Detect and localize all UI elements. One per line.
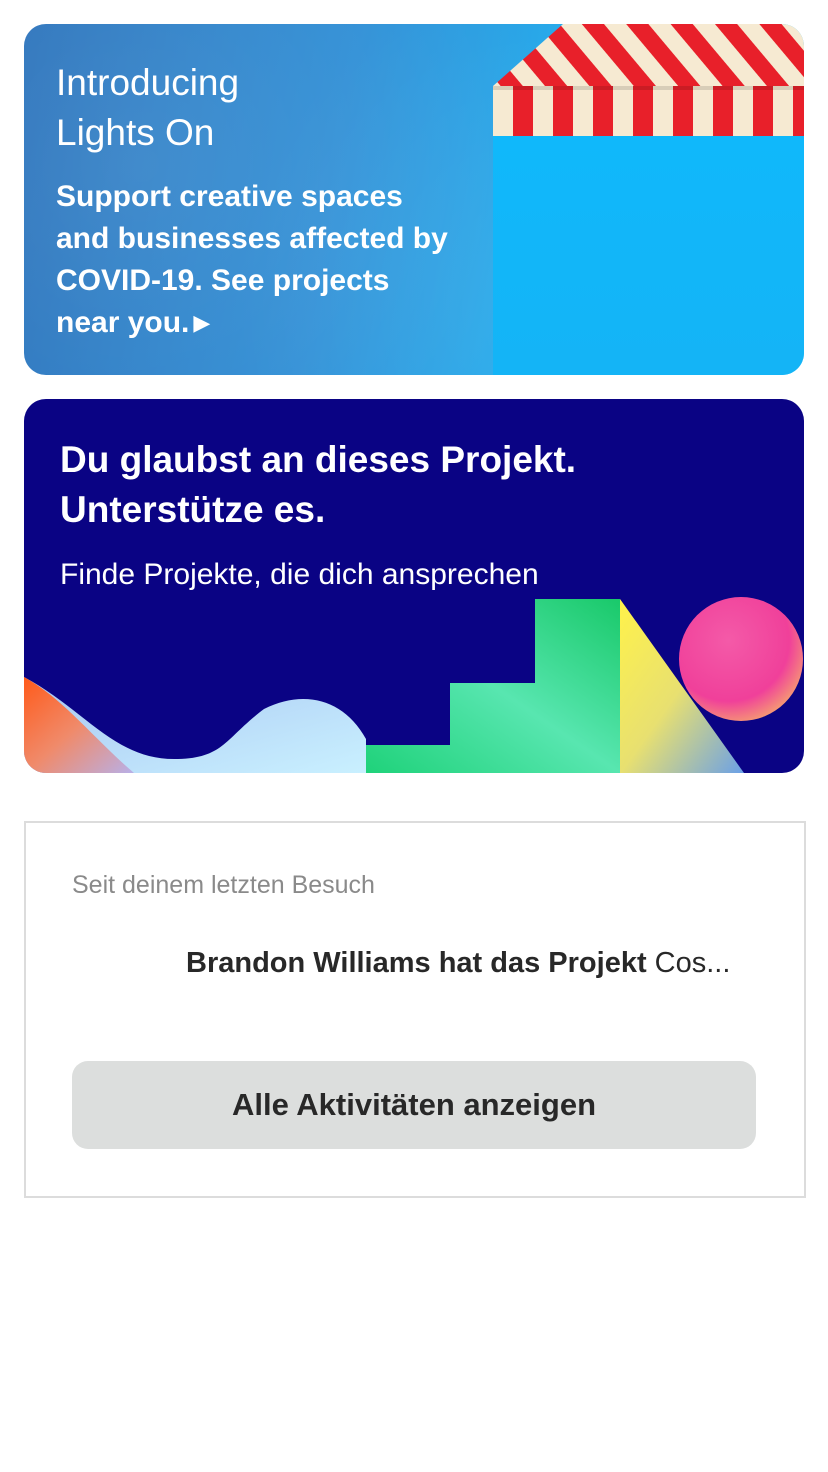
play-arrow-icon: ▶ xyxy=(193,310,211,335)
discover-projects-card[interactable]: Du glaubst an dieses Projekt. Unterstütz… xyxy=(24,399,804,773)
show-all-activities-button[interactable]: Alle Aktivitäten anzeigen xyxy=(72,1061,756,1149)
activity-item-project: Cos... xyxy=(646,947,731,979)
activity-item[interactable]: Brandon Williams hat das Projekt Cos... xyxy=(186,943,746,983)
activity-card: Seit deinem letzten Besuch Brandon Willi… xyxy=(24,821,806,1198)
projects-card-title-line2: Unterstütze es. xyxy=(60,489,326,530)
page: Introducing Lights On Support creative s… xyxy=(0,0,828,1472)
awning-illustration-icon xyxy=(493,24,804,136)
lights-on-title: Introducing Lights On xyxy=(56,58,476,158)
activity-item-actor: Brandon Williams hat das Projekt xyxy=(186,947,647,979)
projects-card-title: Du glaubst an dieses Projekt. Unterstütz… xyxy=(60,435,760,535)
lights-on-description[interactable]: Support creative spaces and businesses a… xyxy=(56,176,456,344)
storefront-wall xyxy=(493,136,804,375)
activity-heading: Seit deinem letzten Besuch xyxy=(72,871,375,899)
lights-on-description-text: Support creative spaces and businesses a… xyxy=(56,180,448,339)
projects-card-title-line1: Du glaubst an dieses Projekt. xyxy=(60,439,577,480)
lights-on-promo-card[interactable]: Introducing Lights On Support creative s… xyxy=(24,24,804,375)
abstract-shapes-illustration-icon xyxy=(24,597,803,773)
lights-on-title-line2: Lights On xyxy=(56,112,215,153)
lights-on-title-line1: Introducing xyxy=(56,62,240,103)
